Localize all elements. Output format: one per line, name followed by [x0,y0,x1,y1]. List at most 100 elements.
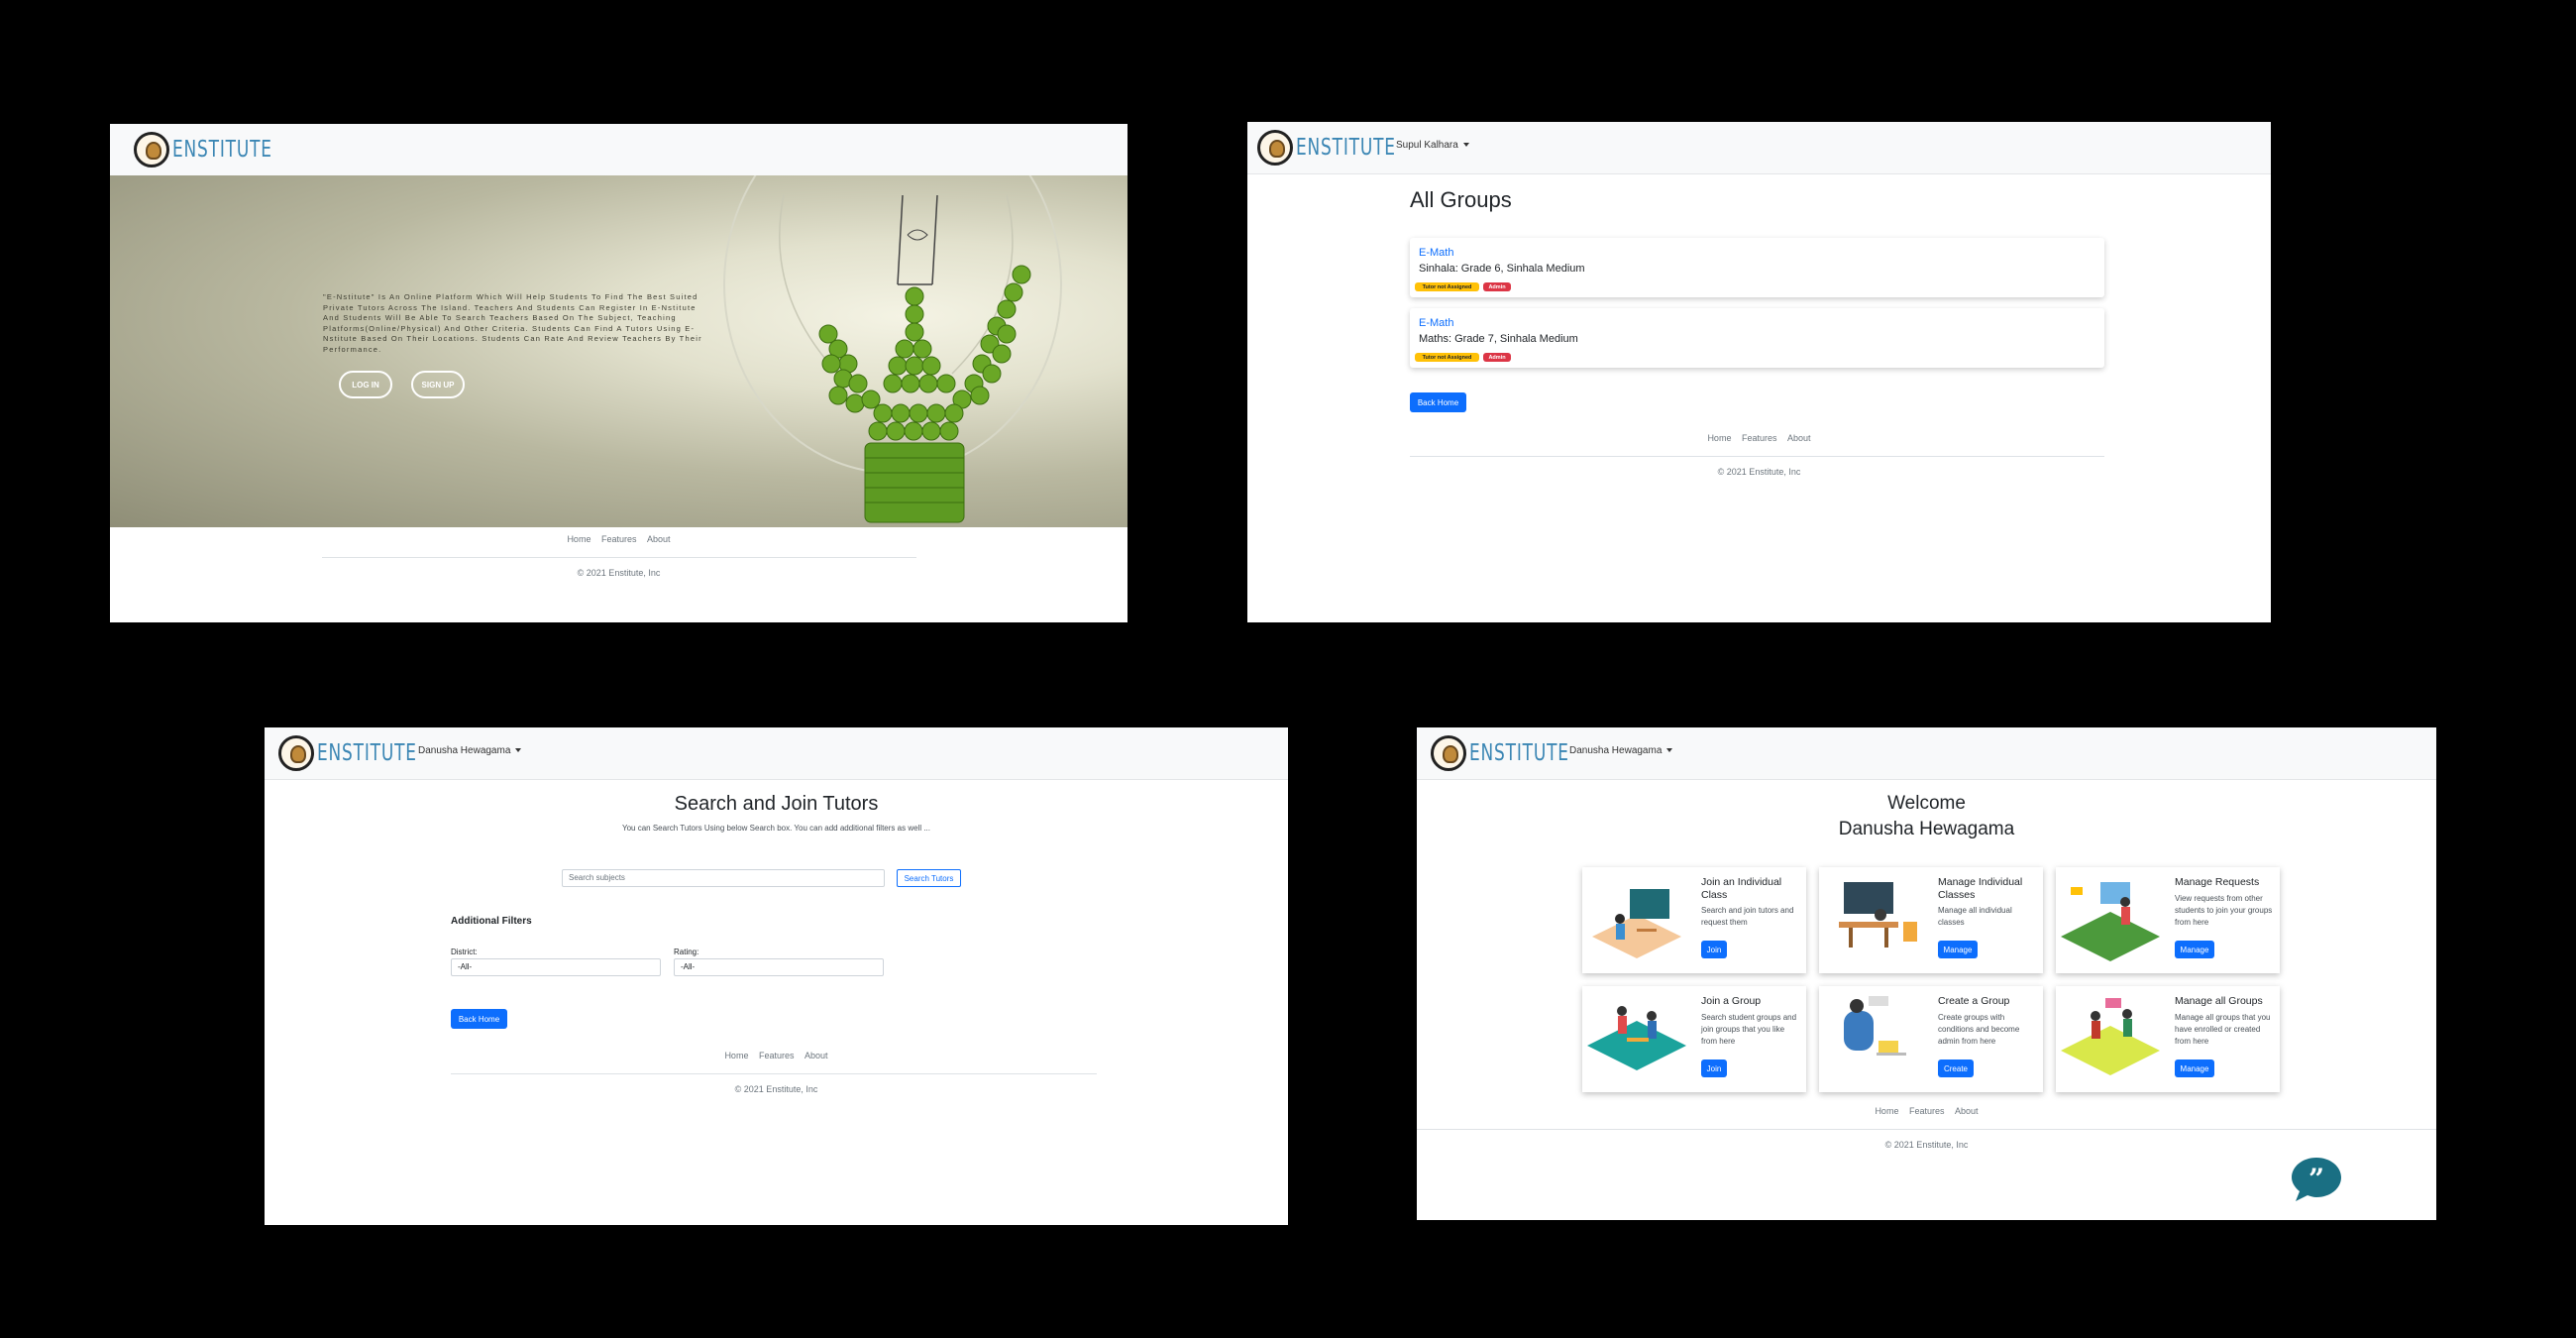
brand-name: ENSTITUTE [317,740,417,766]
footer-home-link[interactable]: Home [1875,1106,1898,1116]
manage-button[interactable]: Manage [2175,1059,2214,1077]
navbar: ENSTITUTE Danusha Hewagama [1417,727,2436,780]
navbar: ENSTITUTE [110,124,1127,176]
footer-nav: Home Features About [110,534,1127,544]
search-tutors-button[interactable]: Search Tutors [897,869,961,887]
manage-button[interactable]: Manage [1938,941,1978,958]
footer-features-link[interactable]: Features [1742,433,1777,443]
group-name-link[interactable]: E-Math [1419,247,1453,259]
copyright: © 2021 Enstitute, Inc [1884,1140,1969,1150]
card-description: View requests from other students to joi… [2175,894,2273,927]
hero-description: "E-Nstitute" Is An Online Platform Which… [323,292,702,354]
brand-logo[interactable]: ENSTITUTE [134,132,294,167]
group-card[interactable]: E-Math Sinhala: Grade 6, Sinhala Medium … [1410,238,2104,297]
signup-button[interactable]: SIGN UP [411,371,465,398]
brand-logo[interactable]: ENSTITUTE [1431,735,1591,771]
status-badge: Tutor not Assigned [1415,282,1479,291]
join-individual-class-card: Join an Individual Class Search and join… [1582,867,1806,973]
join-button[interactable]: Join [1701,1059,1727,1077]
create-group-card: Create a Group Create groups with condit… [1819,986,2043,1092]
manage-button[interactable]: Manage [2175,941,2214,958]
user-dropdown[interactable]: Danusha Hewagama [1569,745,1673,756]
logo-icon [1431,735,1466,771]
caret-down-icon [515,748,522,753]
footer-divider [322,557,916,558]
group-name-link[interactable]: E-Math [1419,317,1453,329]
manage-individual-classes-card: Manage Individual Classes Manage all ind… [1819,867,2043,973]
navbar: ENSTITUTE Supul Kalhara [1247,122,2271,174]
footer-nav: Home Features About [1247,433,2271,443]
card-description: Search and join tutors and request them [1701,906,1794,927]
search-tutors-screenshot: ENSTITUTE Danusha Hewagama Search and Jo… [265,727,1288,1225]
footer-about-link[interactable]: About [805,1051,828,1060]
group-detail: Maths: Grade 7, Sinhala Medium [1419,333,1578,345]
footer-features-link[interactable]: Features [759,1051,795,1060]
card-description: Manage all groups that you have enrolled… [2175,1013,2271,1046]
user-dropdown[interactable]: Supul Kalhara [1396,140,1469,151]
brand-name: ENSTITUTE [1469,740,1569,766]
footer-home-link[interactable]: Home [724,1051,748,1060]
dashboard-screenshot: ENSTITUTE Danusha Hewagama Welcome Danus… [1417,727,2436,1220]
join-group-card: Join a Group Search student groups and j… [1582,986,1806,1092]
rating-select[interactable]: -All- [674,958,884,976]
district-label: District: [451,948,478,956]
page-title: Search and Join Tutors [674,793,879,815]
logo-icon [278,735,314,771]
user-full-name: Danusha Hewagama [1838,819,2015,839]
landing-page-screenshot: ENSTITUTE "E-Nstitute" Is An Online Plat… [110,124,1127,622]
card-title: Manage Requests [2175,876,2260,888]
footer-home-link[interactable]: Home [567,534,590,544]
user-name: Danusha Hewagama [1569,745,1663,756]
manage-requests-card: Manage Requests View requests from other… [2056,867,2280,973]
group-meeting-illustration [1587,1006,1686,1070]
status-badge: Tutor not Assigned [1415,353,1479,362]
login-button[interactable]: LOG IN [339,371,392,398]
footer-divider [1417,1129,2436,1130]
brand-logo[interactable]: ENSTITUTE [1257,130,1418,166]
district-select[interactable]: -All- [451,958,661,976]
create-button[interactable]: Create [1938,1059,1974,1077]
card-title: Join a Group [1701,995,1762,1007]
brand-logo[interactable]: ENSTITUTE [278,735,439,771]
group-detail: Sinhala: Grade 6, Sinhala Medium [1419,263,1585,275]
chat-quote-icon[interactable]: ” [2290,1156,2343,1203]
page-subtitle: You can Search Tutors Using below Search… [621,824,930,833]
footer-nav: Home Features About [1417,1106,2436,1116]
brand-name: ENSTITUTE [172,137,272,163]
footer-about-link[interactable]: About [647,534,671,544]
teacher-desk-illustration [1839,882,1917,948]
copyright: © 2021 Enstitute, Inc [734,1084,818,1094]
back-home-button[interactable]: Back Home [1410,392,1466,412]
footer-home-link[interactable]: Home [1707,433,1731,443]
page-title: All Groups [1410,187,1512,212]
card-description: Search student groups and join groups th… [1701,1013,1797,1046]
caret-down-icon [1462,143,1469,148]
brand-name: ENSTITUTE [1296,135,1396,161]
search-input[interactable]: Search subjects [562,869,885,887]
footer-divider [1410,456,2104,457]
footer-features-link[interactable]: Features [1909,1106,1945,1116]
card-title: Manage all Groups [2175,995,2263,1007]
classroom-illustration [1592,889,1681,958]
footer-about-link[interactable]: About [1787,433,1811,443]
user-dropdown[interactable]: Danusha Hewagama [418,745,522,756]
user-name: Danusha Hewagama [418,745,511,756]
welcome-heading: Welcome [1887,793,1966,814]
manage-all-groups-card: Manage all Groups Manage all groups that… [2056,986,2280,1092]
card-title: Create a Group [1938,995,2010,1007]
card-title: Manage Individual Classes [1938,876,2023,901]
footer-divider [451,1073,1097,1074]
footer-features-link[interactable]: Features [601,534,637,544]
group-card[interactable]: E-Math Maths: Grade 7, Sinhala Medium Tu… [1410,308,2104,368]
card-description: Manage all individual classes [1938,906,2012,927]
requests-illustration [2061,882,2160,961]
copyright: © 2021 Enstitute, Inc [577,568,661,578]
back-home-button[interactable]: Back Home [451,1009,507,1029]
card-title: Join an Individual Class [1701,876,1782,901]
copyright: © 2021 Enstitute, Inc [1717,467,1801,477]
join-button[interactable]: Join [1701,941,1727,958]
logo-icon [134,132,169,167]
footer-about-link[interactable]: About [1955,1106,1979,1116]
team-illustration [2061,998,2160,1075]
hero-section: "E-Nstitute" Is An Online Platform Which… [110,175,1127,527]
